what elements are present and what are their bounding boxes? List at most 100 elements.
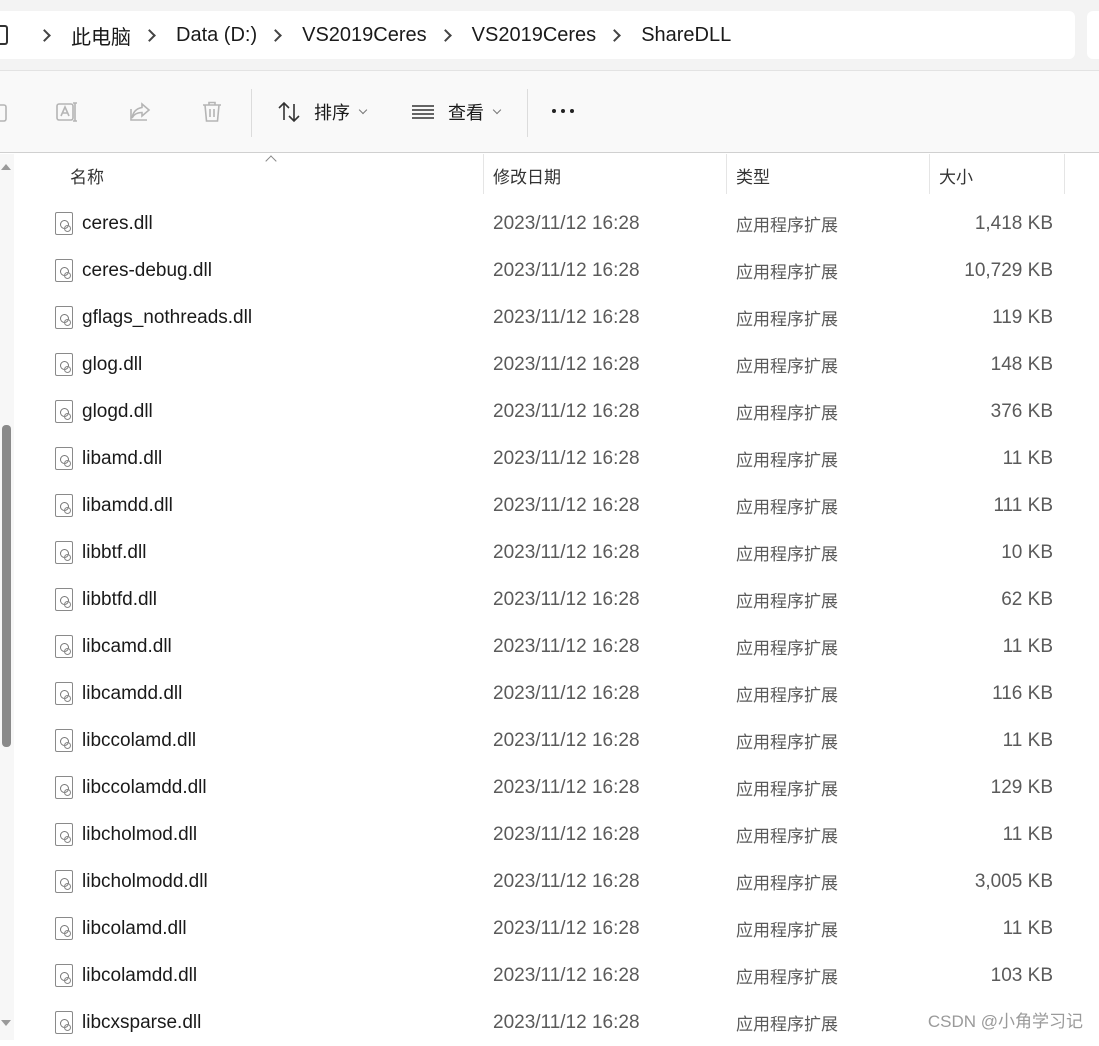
- command-bar: 排序 查看: [0, 70, 1099, 153]
- breadcrumb-vs2019ceres[interactable]: VS2019Ceres: [302, 24, 427, 47]
- file-type: 应用程序扩展: [736, 399, 838, 424]
- file-size: 116 KB: [992, 683, 1053, 705]
- column-divider[interactable]: [483, 154, 484, 194]
- file-type: 应用程序扩展: [736, 493, 838, 518]
- file-size: 1,418 KB: [975, 213, 1053, 235]
- column-header-type[interactable]: 类型: [736, 154, 770, 196]
- table-row[interactable]: ceres-debug.dll 2023/11/12 16:28 应用程序扩展 10,…: [0, 247, 1099, 294]
- file-size: 11 KB: [1003, 824, 1053, 846]
- table-row[interactable]: ceres.dll 2023/11/12 16:28 应用程序扩展 1,418 KB: [0, 200, 1099, 247]
- file-type: 应用程序扩展: [736, 681, 838, 706]
- search-box[interactable]: [1087, 11, 1099, 59]
- chevron-right-icon[interactable]: [38, 29, 51, 42]
- scroll-down-arrow-icon[interactable]: [1, 1020, 11, 1026]
- chevron-right-icon[interactable]: [143, 29, 156, 42]
- table-row[interactable]: libcholmod.dll2023/11/12 16:28应用程序扩展11 K…: [0, 811, 1099, 858]
- file-name: ceres.dll: [82, 213, 153, 235]
- rename-icon[interactable]: [54, 99, 80, 125]
- column-divider[interactable]: [929, 154, 930, 194]
- toolbar-divider: [527, 89, 528, 137]
- file-size: 10,729 KB: [964, 260, 1053, 282]
- file-type: 应用程序扩展: [736, 634, 838, 659]
- table-row[interactable]: gflags_nothreads.dll2023/11/12 16:28应用程序…: [0, 294, 1099, 341]
- file-name: libbtf.dll: [82, 542, 146, 564]
- more-options-icon[interactable]: [552, 109, 574, 113]
- file-size: 119 KB: [992, 307, 1053, 329]
- scroll-up-arrow-icon[interactable]: [1, 164, 11, 170]
- file-date: 2023/11/12 16:28: [493, 965, 640, 987]
- table-row[interactable]: libamdd.dll2023/11/12 16:28应用程序扩展111 KB: [0, 482, 1099, 529]
- column-divider[interactable]: [726, 154, 727, 194]
- share-icon[interactable]: [128, 99, 154, 125]
- view-icon: [410, 99, 436, 125]
- table-row[interactable]: glogd.dll2023/11/12 16:28应用程序扩展376 KB: [0, 388, 1099, 435]
- file-type: 应用程序扩展: [736, 869, 838, 894]
- breadcrumb-this-pc[interactable]: 此电脑: [71, 21, 131, 50]
- file-date: 2023/11/12 16:28: [493, 260, 640, 282]
- file-type: 应用程序扩展: [736, 822, 838, 847]
- file-size: 11 KB: [1003, 636, 1053, 658]
- column-divider[interactable]: [1064, 154, 1065, 194]
- file-date: 2023/11/12 16:28: [493, 871, 640, 893]
- dll-file-icon: [55, 917, 73, 940]
- this-pc-icon[interactable]: [0, 25, 8, 45]
- file-size: 10 KB: [1001, 542, 1053, 564]
- file-date: 2023/11/12 16:28: [493, 589, 640, 611]
- dll-file-icon: [55, 494, 73, 517]
- breadcrumb-vs2019ceres-inner[interactable]: VS2019Ceres: [472, 24, 597, 47]
- address-bar[interactable]: 此电脑 Data (D:) VS2019Ceres VS2019Ceres Sh…: [0, 11, 1075, 59]
- file-date: 2023/11/12 16:28: [493, 213, 640, 235]
- chevron-right-icon[interactable]: [608, 29, 621, 42]
- file-name: libcholmodd.dll: [82, 871, 208, 893]
- file-name: libcamd.dll: [82, 636, 172, 658]
- table-row[interactable]: libcamd.dll2023/11/12 16:28应用程序扩展11 KB: [0, 623, 1099, 670]
- file-size: 111 KB: [993, 495, 1053, 517]
- file-name: libccolamdd.dll: [82, 777, 207, 799]
- chevron-down-icon: [493, 106, 501, 114]
- dll-file-icon: [55, 259, 73, 282]
- file-type: 应用程序扩展: [736, 352, 838, 377]
- file-type: 应用程序扩展: [736, 211, 838, 236]
- breadcrumb-data-drive[interactable]: Data (D:): [176, 24, 257, 47]
- table-row[interactable]: glog.dll2023/11/12 16:28应用程序扩展148 KB: [0, 341, 1099, 388]
- file-date: 2023/11/12 16:28: [493, 495, 640, 517]
- table-row[interactable]: libamd.dll2023/11/12 16:28应用程序扩展11 KB: [0, 435, 1099, 482]
- file-type: 应用程序扩展: [736, 916, 838, 941]
- file-name: ceres-debug.dll: [82, 260, 212, 282]
- table-row[interactable]: libccolamd.dll2023/11/12 16:28应用程序扩展11 K…: [0, 717, 1099, 764]
- file-name: libamd.dll: [82, 448, 162, 470]
- dll-file-icon: [55, 588, 73, 611]
- dll-file-icon: [55, 541, 73, 564]
- file-name: glogd.dll: [82, 401, 153, 423]
- file-type: 应用程序扩展: [736, 258, 838, 283]
- file-date: 2023/11/12 16:28: [493, 354, 640, 376]
- view-button[interactable]: 查看: [410, 93, 500, 131]
- table-row[interactable]: libcolamdd.dll2023/11/12 16:28应用程序扩展103 …: [0, 952, 1099, 999]
- column-header-size[interactable]: 大小: [939, 154, 973, 196]
- file-type: 应用程序扩展: [736, 963, 838, 988]
- table-row[interactable]: libcholmodd.dll2023/11/12 16:28应用程序扩展3,0…: [0, 858, 1099, 905]
- file-date: 2023/11/12 16:28: [493, 401, 640, 423]
- table-row[interactable]: libcolamd.dll2023/11/12 16:28应用程序扩展11 KB: [0, 905, 1099, 952]
- file-size: 62 KB: [1001, 589, 1053, 611]
- dll-file-icon: [55, 1011, 73, 1034]
- delete-icon[interactable]: [199, 99, 225, 125]
- scrollbar-thumb[interactable]: [2, 425, 11, 747]
- column-header-date[interactable]: 修改日期: [493, 154, 561, 196]
- sort-icon: [276, 99, 302, 125]
- file-size: 148 KB: [991, 354, 1053, 376]
- column-header-row: 名称 修改日期 类型 大小: [0, 154, 1099, 196]
- chevron-right-icon[interactable]: [269, 29, 282, 42]
- view-label: 查看: [448, 99, 484, 125]
- breadcrumb-sharedll[interactable]: ShareDLL: [641, 24, 731, 47]
- dll-file-icon: [55, 823, 73, 846]
- table-row[interactable]: libccolamdd.dll2023/11/12 16:28应用程序扩展129…: [0, 764, 1099, 811]
- table-row[interactable]: libbtf.dll2023/11/12 16:28应用程序扩展10 KB: [0, 529, 1099, 576]
- column-header-name[interactable]: 名称: [70, 154, 104, 196]
- copy-icon[interactable]: [0, 99, 12, 125]
- table-row[interactable]: libcamdd.dll2023/11/12 16:28应用程序扩展116 KB: [0, 670, 1099, 717]
- chevron-right-icon[interactable]: [439, 29, 452, 42]
- table-row[interactable]: libbtfd.dll2023/11/12 16:28应用程序扩展62 KB: [0, 576, 1099, 623]
- file-date: 2023/11/12 16:28: [493, 307, 640, 329]
- sort-button[interactable]: 排序: [276, 93, 366, 131]
